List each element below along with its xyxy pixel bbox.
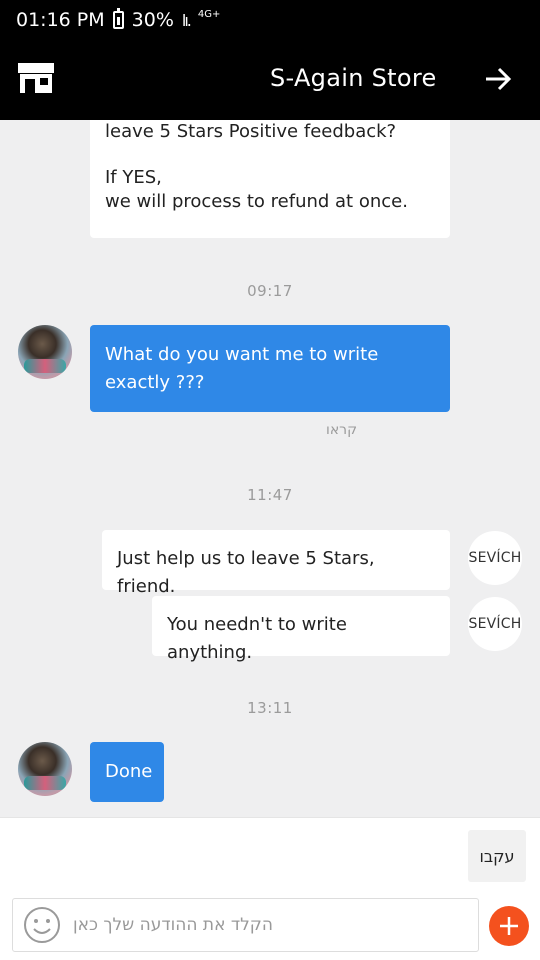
message-bubble-received[interactable]: Just help us to leave 5 Stars, friend. xyxy=(102,530,450,597)
composer-area: עקבו xyxy=(0,817,540,960)
message-line: What do you want me to write xyxy=(105,344,379,365)
network-type: 4G+ xyxy=(197,8,221,20)
quick-reply-button[interactable]: עקבו xyxy=(468,830,526,882)
store-title[interactable]: S-Again Store xyxy=(270,64,437,92)
message-line xyxy=(105,146,435,164)
arrow-right-icon[interactable] xyxy=(483,64,513,94)
message-bubble-sent[interactable]: Done xyxy=(90,742,164,802)
emoji-icon[interactable] xyxy=(23,906,61,944)
timestamp: 09:17 xyxy=(247,282,293,300)
message-line: Just help us to leave 5 Stars, friend. xyxy=(117,548,375,597)
signal-icon: lı. xyxy=(181,10,192,30)
store-icon[interactable] xyxy=(17,62,55,94)
user-avatar[interactable] xyxy=(18,742,72,796)
battery-icon xyxy=(112,8,124,29)
message-line: we will process to refund at once. xyxy=(105,191,408,212)
message-line: leave 5 Stars Positive feedback? xyxy=(105,121,397,142)
message-line: You needn't to write anything. xyxy=(167,614,347,663)
plus-icon xyxy=(500,917,518,935)
message-line: exactly ??? xyxy=(105,372,205,393)
add-button[interactable] xyxy=(489,906,529,946)
message-bubble-received[interactable]: You needn't to write anything. xyxy=(152,596,450,663)
status-bar: 01:16 PM 30% lı. 4G+ xyxy=(0,0,540,40)
status-time: 01:16 PM xyxy=(16,9,105,31)
message-input[interactable] xyxy=(73,899,468,951)
store-avatar[interactable]: SEVÍCH xyxy=(468,531,522,585)
chat-area[interactable]: leave 5 Stars Positive feedback? If YES,… xyxy=(0,120,540,817)
battery-level: 30% xyxy=(131,9,174,31)
message-bubble-sent[interactable]: What do you want me to write exactly ??? xyxy=(90,325,450,412)
timestamp: 13:11 xyxy=(247,699,293,717)
message-input-box[interactable] xyxy=(12,898,479,952)
app-bar: S-Again Store xyxy=(0,40,540,120)
timestamp: 11:47 xyxy=(247,486,293,504)
message-bubble-received[interactable]: leave 5 Stars Positive feedback? If YES,… xyxy=(90,120,450,238)
store-avatar[interactable]: SEVÍCH xyxy=(468,597,522,651)
read-receipt: קראו xyxy=(326,422,358,438)
user-avatar[interactable] xyxy=(18,325,72,379)
message-line: Done xyxy=(105,761,153,782)
